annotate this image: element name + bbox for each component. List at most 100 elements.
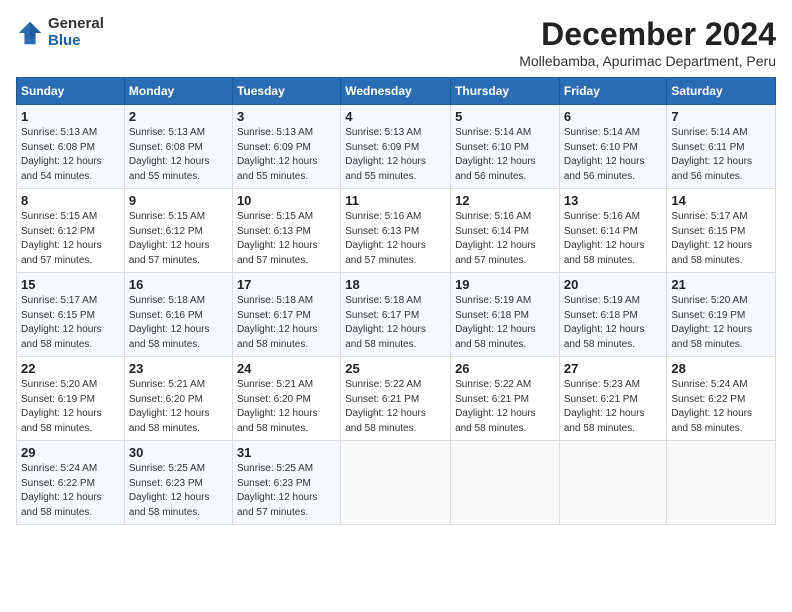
day-number: 3 [237,109,336,124]
day-info: Sunrise: 5:13 AMSunset: 6:09 PMDaylight:… [237,126,336,184]
calendar-cell-7: 7 Sunrise: 5:14 AMSunset: 6:11 PMDaylight… [667,105,776,189]
calendar-cell-5: 5 Sunrise: 5:14 AMSunset: 6:10 PMDaylight… [451,105,560,189]
calendar-cell-1: 1Sunrise: 5:13 AMSunset: 6:08 PMDaylight… [17,105,125,189]
logo-general-label: General [48,16,104,33]
week-row-1: 1 Sunrise: 5:13 AMSunset: 6:08 PMDaylight… [17,105,776,189]
day-number: 30 [129,445,228,460]
calendar-cell-12: 12Sunrise: 5:16 AMSunset: 6:14 PMDayligh… [451,189,560,273]
day-number: 11 [345,193,446,208]
logo-blue-label: Blue [48,33,104,50]
calendar-cell-26: 26 Sunrise: 5:22 AMSunset: 6:21 PMDayligh… [451,357,560,441]
day-info: Sunrise: 5:14 AMSunset: 6:10 PMDaylight:… [564,126,663,184]
day-info: Sunrise: 5:17 AMSunset: 6:15 PMDaylight:… [671,210,771,268]
day-info: Sunrise: 5:17 AMSunset: 6:15 PMDaylight:… [21,294,120,352]
day-info: Sunrise: 5:23 AMSunset: 6:21 PMDaylight:… [564,378,663,436]
day-info: Sunrise: 5:22 AMSunset: 6:21 PMDaylight:… [455,378,555,436]
day-info: Sunrise: 5:15 AMSunset: 6:12 PMDaylight:… [129,210,228,268]
calendar-cell-27: 27 Sunrise: 5:23 AMSunset: 6:21 PMDayligh… [559,357,667,441]
day-number: 10 [237,193,336,208]
day-number: 20 [564,277,663,292]
day-number: 1 [21,109,120,124]
calendar-cell-empty [667,441,776,525]
day-info: Sunrise: 5:24 AMSunset: 6:22 PMDaylight:… [671,378,771,436]
week-row-4: 22Sunrise: 5:20 AMSunset: 6:19 PMDayligh… [17,357,776,441]
day-number: 31 [237,445,336,460]
day-info: Sunrise: 5:25 AMSunset: 6:23 PMDaylight:… [129,462,228,520]
calendar-cell-28: 28Sunrise: 5:24 AMSunset: 6:22 PMDayligh… [667,357,776,441]
header-tuesday: Tuesday [232,78,340,105]
day-info: Sunrise: 5:19 AMSunset: 6:18 PMDaylight:… [564,294,663,352]
calendar-cell-16: 16Sunrise: 5:18 AMSunset: 6:16 PMDayligh… [124,273,232,357]
calendar-cell-23: 23Sunrise: 5:21 AMSunset: 6:20 PMDayligh… [124,357,232,441]
calendar-cell-30: 30 Sunrise: 5:25 AMSunset: 6:23 PMDayligh… [124,441,232,525]
day-number: 29 [21,445,120,460]
calendar-cell-31: 31 Sunrise: 5:25 AMSunset: 6:23 PMDayligh… [232,441,340,525]
calendar-cell-13: 13Sunrise: 5:16 AMSunset: 6:14 PMDayligh… [559,189,667,273]
calendar-cell-25: 25 Sunrise: 5:22 AMSunset: 6:21 PMDayligh… [341,357,451,441]
calendar-cell-15: 15 Sunrise: 5:17 AMSunset: 6:15 PMDayligh… [17,273,125,357]
day-info: Sunrise: 5:20 AMSunset: 6:19 PMDaylight:… [671,294,771,352]
location-title: Mollebamba, Apurimac Department, Peru [519,53,776,69]
day-info: Sunrise: 5:15 AMSunset: 6:12 PMDaylight:… [21,210,120,268]
day-number: 2 [129,109,228,124]
day-number: 25 [345,361,446,376]
day-info: Sunrise: 5:13 AMSunset: 6:08 PMDaylight:… [129,126,228,184]
day-info: Sunrise: 5:14 AMSunset: 6:10 PMDaylight:… [455,126,555,184]
calendar-table: Sunday Monday Tuesday Wednesday Thursday… [16,77,776,525]
day-number: 27 [564,361,663,376]
calendar-cell-11: 11 Sunrise: 5:16 AMSunset: 6:13 PMDayligh… [341,189,451,273]
day-number: 13 [564,193,663,208]
day-number: 7 [671,109,771,124]
day-number: 19 [455,277,555,292]
day-info: Sunrise: 5:18 AMSunset: 6:16 PMDaylight:… [129,294,228,352]
day-number: 5 [455,109,555,124]
calendar-cell-21: 21 Sunrise: 5:20 AMSunset: 6:19 PMDayligh… [667,273,776,357]
day-number: 22 [21,361,120,376]
day-number: 24 [237,361,336,376]
day-number: 8 [21,193,120,208]
day-info: Sunrise: 5:22 AMSunset: 6:21 PMDaylight:… [345,378,446,436]
header-thursday: Thursday [451,78,560,105]
day-info: Sunrise: 5:19 AMSunset: 6:18 PMDaylight:… [455,294,555,352]
calendar-cell-9: 9 Sunrise: 5:15 AMSunset: 6:12 PMDaylight… [124,189,232,273]
day-info: Sunrise: 5:24 AMSunset: 6:22 PMDaylight:… [21,462,120,520]
day-number: 9 [129,193,228,208]
month-title: December 2024 [519,16,776,53]
calendar-cell-8: 8 Sunrise: 5:15 AMSunset: 6:12 PMDaylight… [17,189,125,273]
calendar-cell-empty [559,441,667,525]
week-row-5: 29 Sunrise: 5:24 AMSunset: 6:22 PMDayligh… [17,441,776,525]
day-info: Sunrise: 5:15 AMSunset: 6:13 PMDaylight:… [237,210,336,268]
week-row-3: 15 Sunrise: 5:17 AMSunset: 6:15 PMDayligh… [17,273,776,357]
day-number: 18 [345,277,446,292]
logo-text: General Blue [48,16,104,49]
calendar-cell-19: 19 Sunrise: 5:19 AMSunset: 6:18 PMDayligh… [451,273,560,357]
day-info: Sunrise: 5:14 AMSunset: 6:11 PMDaylight:… [671,126,771,184]
day-number: 12 [455,193,555,208]
day-number: 15 [21,277,120,292]
header-sunday: Sunday [17,78,125,105]
day-number: 21 [671,277,771,292]
calendar-cell-empty [451,441,560,525]
day-number: 14 [671,193,771,208]
day-info: Sunrise: 5:18 AMSunset: 6:17 PMDaylight:… [345,294,446,352]
calendar-cell-22: 22Sunrise: 5:20 AMSunset: 6:19 PMDayligh… [17,357,125,441]
title-section: December 2024 Mollebamba, Apurimac Depar… [519,16,776,69]
calendar-cell-20: 20 Sunrise: 5:19 AMSunset: 6:18 PMDayligh… [559,273,667,357]
header-friday: Friday [559,78,667,105]
day-info: Sunrise: 5:21 AMSunset: 6:20 PMDaylight:… [237,378,336,436]
day-number: 6 [564,109,663,124]
calendar-cell-24: 24 Sunrise: 5:21 AMSunset: 6:20 PMDayligh… [232,357,340,441]
calendar-cell-14: 14 Sunrise: 5:17 AMSunset: 6:15 PMDayligh… [667,189,776,273]
day-number: 26 [455,361,555,376]
calendar-cell-17: 17Sunrise: 5:18 AMSunset: 6:17 PMDayligh… [232,273,340,357]
header-wednesday: Wednesday [341,78,451,105]
day-number: 23 [129,361,228,376]
calendar-cell-18: 18 Sunrise: 5:18 AMSunset: 6:17 PMDayligh… [341,273,451,357]
header-saturday: Saturday [667,78,776,105]
header-monday: Monday [124,78,232,105]
day-info: Sunrise: 5:13 AMSunset: 6:09 PMDaylight:… [345,126,446,184]
day-info: Sunrise: 5:16 AMSunset: 6:13 PMDaylight:… [345,210,446,268]
header: General Blue December 2024 Mollebamba, A… [16,16,776,69]
day-info: Sunrise: 5:18 AMSunset: 6:17 PMDaylight:… [237,294,336,352]
day-info: Sunrise: 5:25 AMSunset: 6:23 PMDaylight:… [237,462,336,520]
